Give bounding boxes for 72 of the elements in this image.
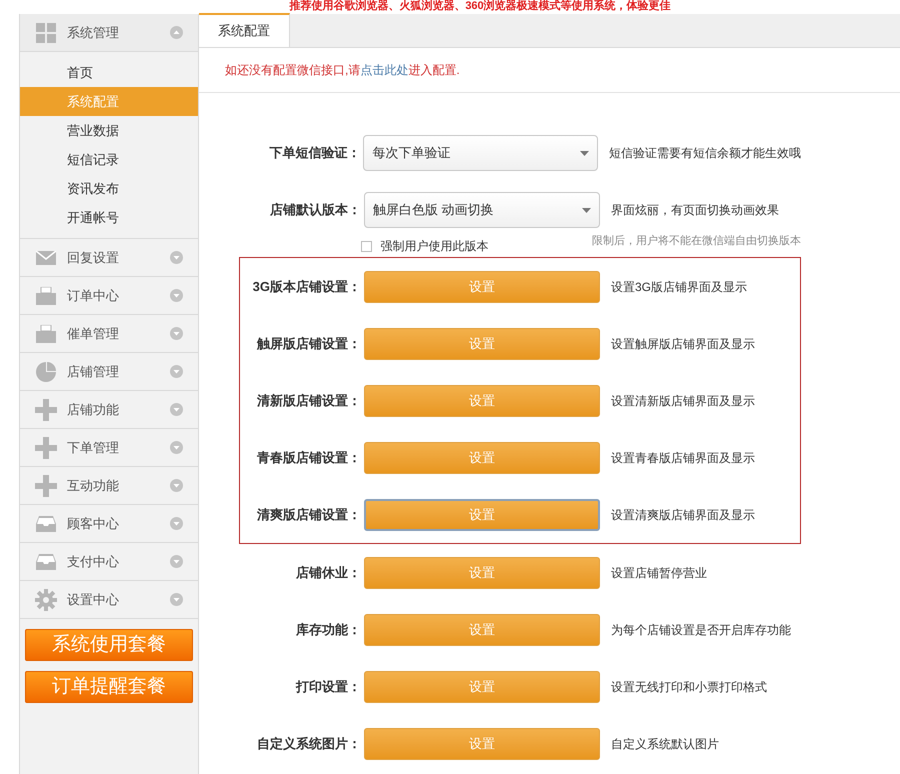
dropdown[interactable]: 每次下单验证	[363, 135, 598, 171]
field-label: 清新版店铺设置：	[256, 392, 362, 410]
expand-icon[interactable]	[170, 479, 183, 492]
plus-icon	[35, 398, 57, 420]
field-label: 自定义系统图片：	[256, 734, 362, 753]
menu-group-title: 设置中心	[67, 590, 120, 609]
menu-group-title: 支付中心	[67, 552, 120, 571]
menu-group-title: 店铺管理	[67, 362, 120, 381]
expand-icon[interactable]	[170, 555, 183, 568]
field-description: 为每个店铺设置是否开启库存功能	[611, 622, 791, 638]
menu-item[interactable]: 短信记录	[20, 145, 198, 174]
field-description: 短信验证需要有短信余额才能生效哦	[609, 145, 801, 162]
menu-group-title: 顾客中心	[67, 514, 120, 533]
menu-item[interactable]: 首页	[20, 58, 198, 87]
field-label: 3G版本店铺设置：	[252, 278, 362, 296]
field-label: 打印设置：	[294, 678, 362, 696]
pie-chart-icon	[36, 362, 56, 382]
field-label: 库存功能：	[295, 620, 362, 639]
menu-item[interactable]: 营业数据	[20, 116, 198, 145]
envelope-icon	[36, 250, 56, 264]
printer-icon	[36, 286, 56, 304]
field-description: 设置触屏版店铺界面及显示	[611, 336, 755, 352]
expand-icon[interactable]	[170, 251, 183, 264]
menu-group-title: 回复设置	[67, 248, 120, 267]
expand-icon[interactable]	[170, 327, 183, 340]
menu-group-title: 互动功能	[67, 476, 120, 495]
field-label: 店铺默认版本：	[269, 201, 362, 220]
tab[interactable]: 系统配置	[199, 13, 290, 47]
config-notice: 如还没有配置微信接口,请点击此处进入配置.	[225, 62, 460, 79]
gear-icon	[35, 588, 57, 610]
version-note: 限制后，用户将不能在微信端自由切换版本	[592, 234, 801, 249]
expand-icon[interactable]	[170, 517, 183, 530]
menu-group-title: 订单中心	[67, 286, 120, 305]
expand-icon[interactable]	[170, 403, 183, 416]
printer-icon	[36, 324, 56, 342]
field-label: 店铺休业：	[295, 564, 362, 582]
plus-icon	[35, 436, 57, 458]
dropdown-caret-icon	[582, 208, 591, 212]
field-label: 下单短信验证：	[268, 144, 362, 162]
menu-group-title: 店铺功能	[67, 400, 120, 419]
dropdown-value: 每次下单验证	[372, 144, 452, 162]
field-description: 设置清爽版店铺界面及显示	[611, 506, 755, 524]
field-description: 设置无线打印和小票打印格式	[611, 678, 767, 696]
dropdown-caret-icon	[580, 150, 589, 156]
menu-item[interactable]: 开通帐号	[20, 203, 198, 232]
field-description: 设置清新版店铺界面及显示	[611, 392, 755, 410]
menu-group-title: 下单管理	[67, 438, 120, 457]
expand-icon[interactable]	[170, 593, 183, 606]
expand-icon[interactable]	[170, 365, 183, 378]
collapse-icon[interactable]	[170, 26, 183, 39]
inbox-icon	[36, 516, 56, 532]
field-description: 界面炫丽，有页面切换动画效果	[611, 202, 779, 219]
expand-icon[interactable]	[170, 441, 183, 454]
menu-item[interactable]: 资讯发布	[20, 174, 198, 203]
dropdown-value: 触屏白色版 动画切换	[373, 201, 495, 220]
field-description: 设置青春版店铺界面及显示	[611, 450, 755, 466]
menu-group-title: 系统管理	[67, 24, 120, 42]
field-label: 触屏版店铺设置：	[256, 334, 362, 353]
menu-group-title: 催单管理	[67, 324, 120, 343]
force-version-checkbox[interactable]: 强制用户使用此版本	[357, 233, 581, 255]
field-label: 青春版店铺设置：	[256, 448, 362, 467]
field-description: 设置3G版店铺界面及显示	[611, 278, 748, 296]
dropdown[interactable]: 触屏白色版 动画切换	[364, 192, 600, 228]
expand-icon[interactable]	[170, 289, 183, 302]
field-label: 清爽版店铺设置：	[256, 506, 362, 524]
field-description: 自定义系统默认图片	[611, 736, 719, 752]
config-link[interactable]: 点击此处	[360, 63, 408, 77]
field-description: 设置店铺暂停营业	[611, 564, 707, 582]
grid-icon	[36, 22, 56, 42]
inbox-icon	[36, 554, 56, 570]
plus-icon	[35, 474, 57, 496]
menu-group-header[interactable]: 系统管理	[20, 14, 198, 52]
